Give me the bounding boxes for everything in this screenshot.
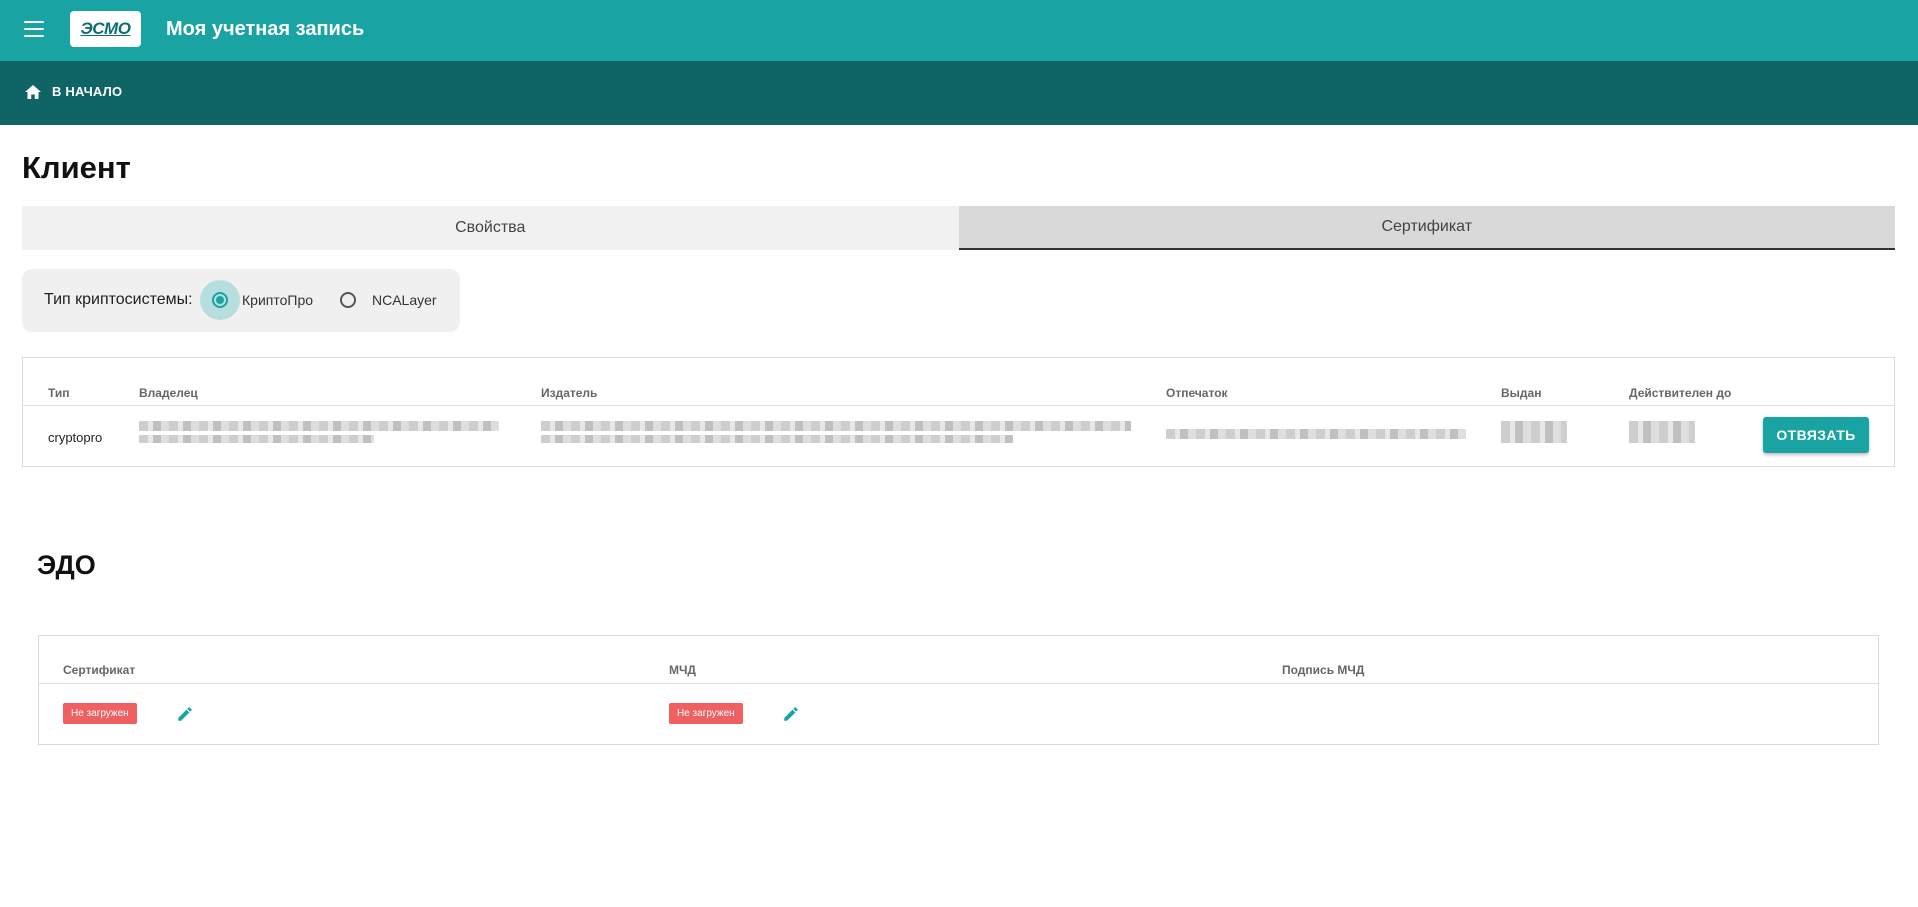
radio-ncalayer-halo — [328, 280, 368, 320]
breadcrumb-home[interactable]: В НАЧАЛО — [25, 84, 122, 99]
radio-cryptopro[interactable]: КриптоПро — [200, 280, 313, 320]
edit-certificate-icon[interactable] — [176, 705, 194, 723]
table-divider — [23, 405, 1894, 406]
app-bar: ЭСМО Моя учетная запись — [0, 0, 1918, 61]
breadcrumb-home-label: В НАЧАЛО — [52, 84, 123, 99]
redacted-issuer-line1 — [541, 421, 1131, 431]
edo-table: Сертификат МЧД Подпись МЧД Не загружен Н… — [38, 635, 1879, 745]
unbind-button[interactable]: ОТВЯЗАТЬ — [1763, 417, 1869, 453]
crypto-system-selector: Тип криптосистемы: КриптоПро NCALayer — [22, 269, 460, 332]
certificate-table: Тип Владелец Издатель Отпечаток Выдан Де… — [22, 357, 1895, 467]
column-header-thumbprint: Отпечаток — [1166, 386, 1228, 400]
logo-text: ЭСМО — [80, 19, 131, 38]
edo-header-mchd: МЧД — [669, 663, 696, 677]
column-header-owner: Владелец — [139, 386, 198, 400]
radio-checked-icon — [212, 292, 228, 308]
redacted-issuer-line2 — [541, 435, 1013, 443]
page-title: Клиент — [22, 150, 131, 185]
mchd-status-badge: Не загружен — [669, 703, 743, 724]
certificate-status-badge: Не загружен — [63, 703, 137, 724]
radio-unchecked-icon — [340, 292, 356, 308]
redacted-valid-date — [1629, 421, 1695, 443]
home-icon — [25, 84, 41, 99]
redacted-owner-line1 — [139, 421, 499, 431]
column-header-issued: Выдан — [1501, 386, 1542, 400]
radio-cryptopro-halo — [200, 280, 240, 320]
radio-cryptopro-label: КриптоПро — [242, 292, 314, 308]
column-header-valid-until: Действителен до — [1629, 386, 1732, 400]
edo-title: ЭДО — [37, 550, 96, 580]
app-title: Моя учетная запись — [166, 18, 365, 40]
redacted-owner-line2 — [139, 435, 374, 443]
column-header-type: Тип — [48, 386, 70, 400]
edo-table-divider — [39, 683, 1878, 684]
logo[interactable]: ЭСМО — [70, 11, 141, 47]
cert-type-cell: cryptopro — [48, 430, 103, 445]
tab-bar: Свойства Сертификат — [22, 206, 1895, 250]
tab-properties[interactable]: Свойства — [22, 206, 959, 250]
edo-header-certificate: Сертификат — [63, 663, 136, 677]
edit-mchd-icon[interactable] — [782, 705, 800, 723]
redacted-issued-date — [1501, 421, 1567, 443]
column-header-issuer: Издатель — [541, 386, 598, 400]
edo-header-mchd-signature: Подпись МЧД — [1282, 663, 1365, 677]
crypto-system-label: Тип криптосистемы: — [44, 291, 193, 308]
tab-certificate[interactable]: Сертификат — [958, 206, 1895, 250]
radio-ncalayer[interactable]: NCALayer — [328, 280, 437, 320]
breadcrumb-bar: В НАЧАЛО — [0, 61, 1918, 125]
radio-ncalayer-label: NCALayer — [372, 292, 437, 308]
redacted-thumbprint — [1166, 429, 1466, 439]
menu-icon[interactable] — [24, 21, 44, 37]
